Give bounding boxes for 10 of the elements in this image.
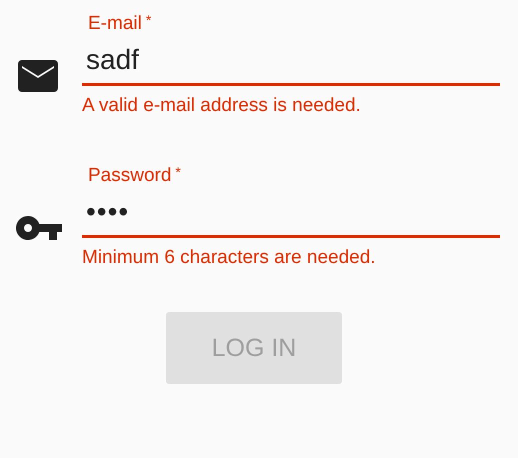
required-mark: * [175,163,181,182]
input-field[interactable]: •••• [82,190,500,238]
required-mark: * [146,11,152,30]
error-message: Minimum 6 characters are needed. [82,246,377,270]
key-icon [16,216,62,240]
error-message: A valid e-mail address is needed. [82,94,362,118]
input-field[interactable]: sadf [82,38,500,86]
field-label: E-mail [88,12,142,36]
envelope-icon [18,60,58,92]
field-label: Password [88,164,172,188]
